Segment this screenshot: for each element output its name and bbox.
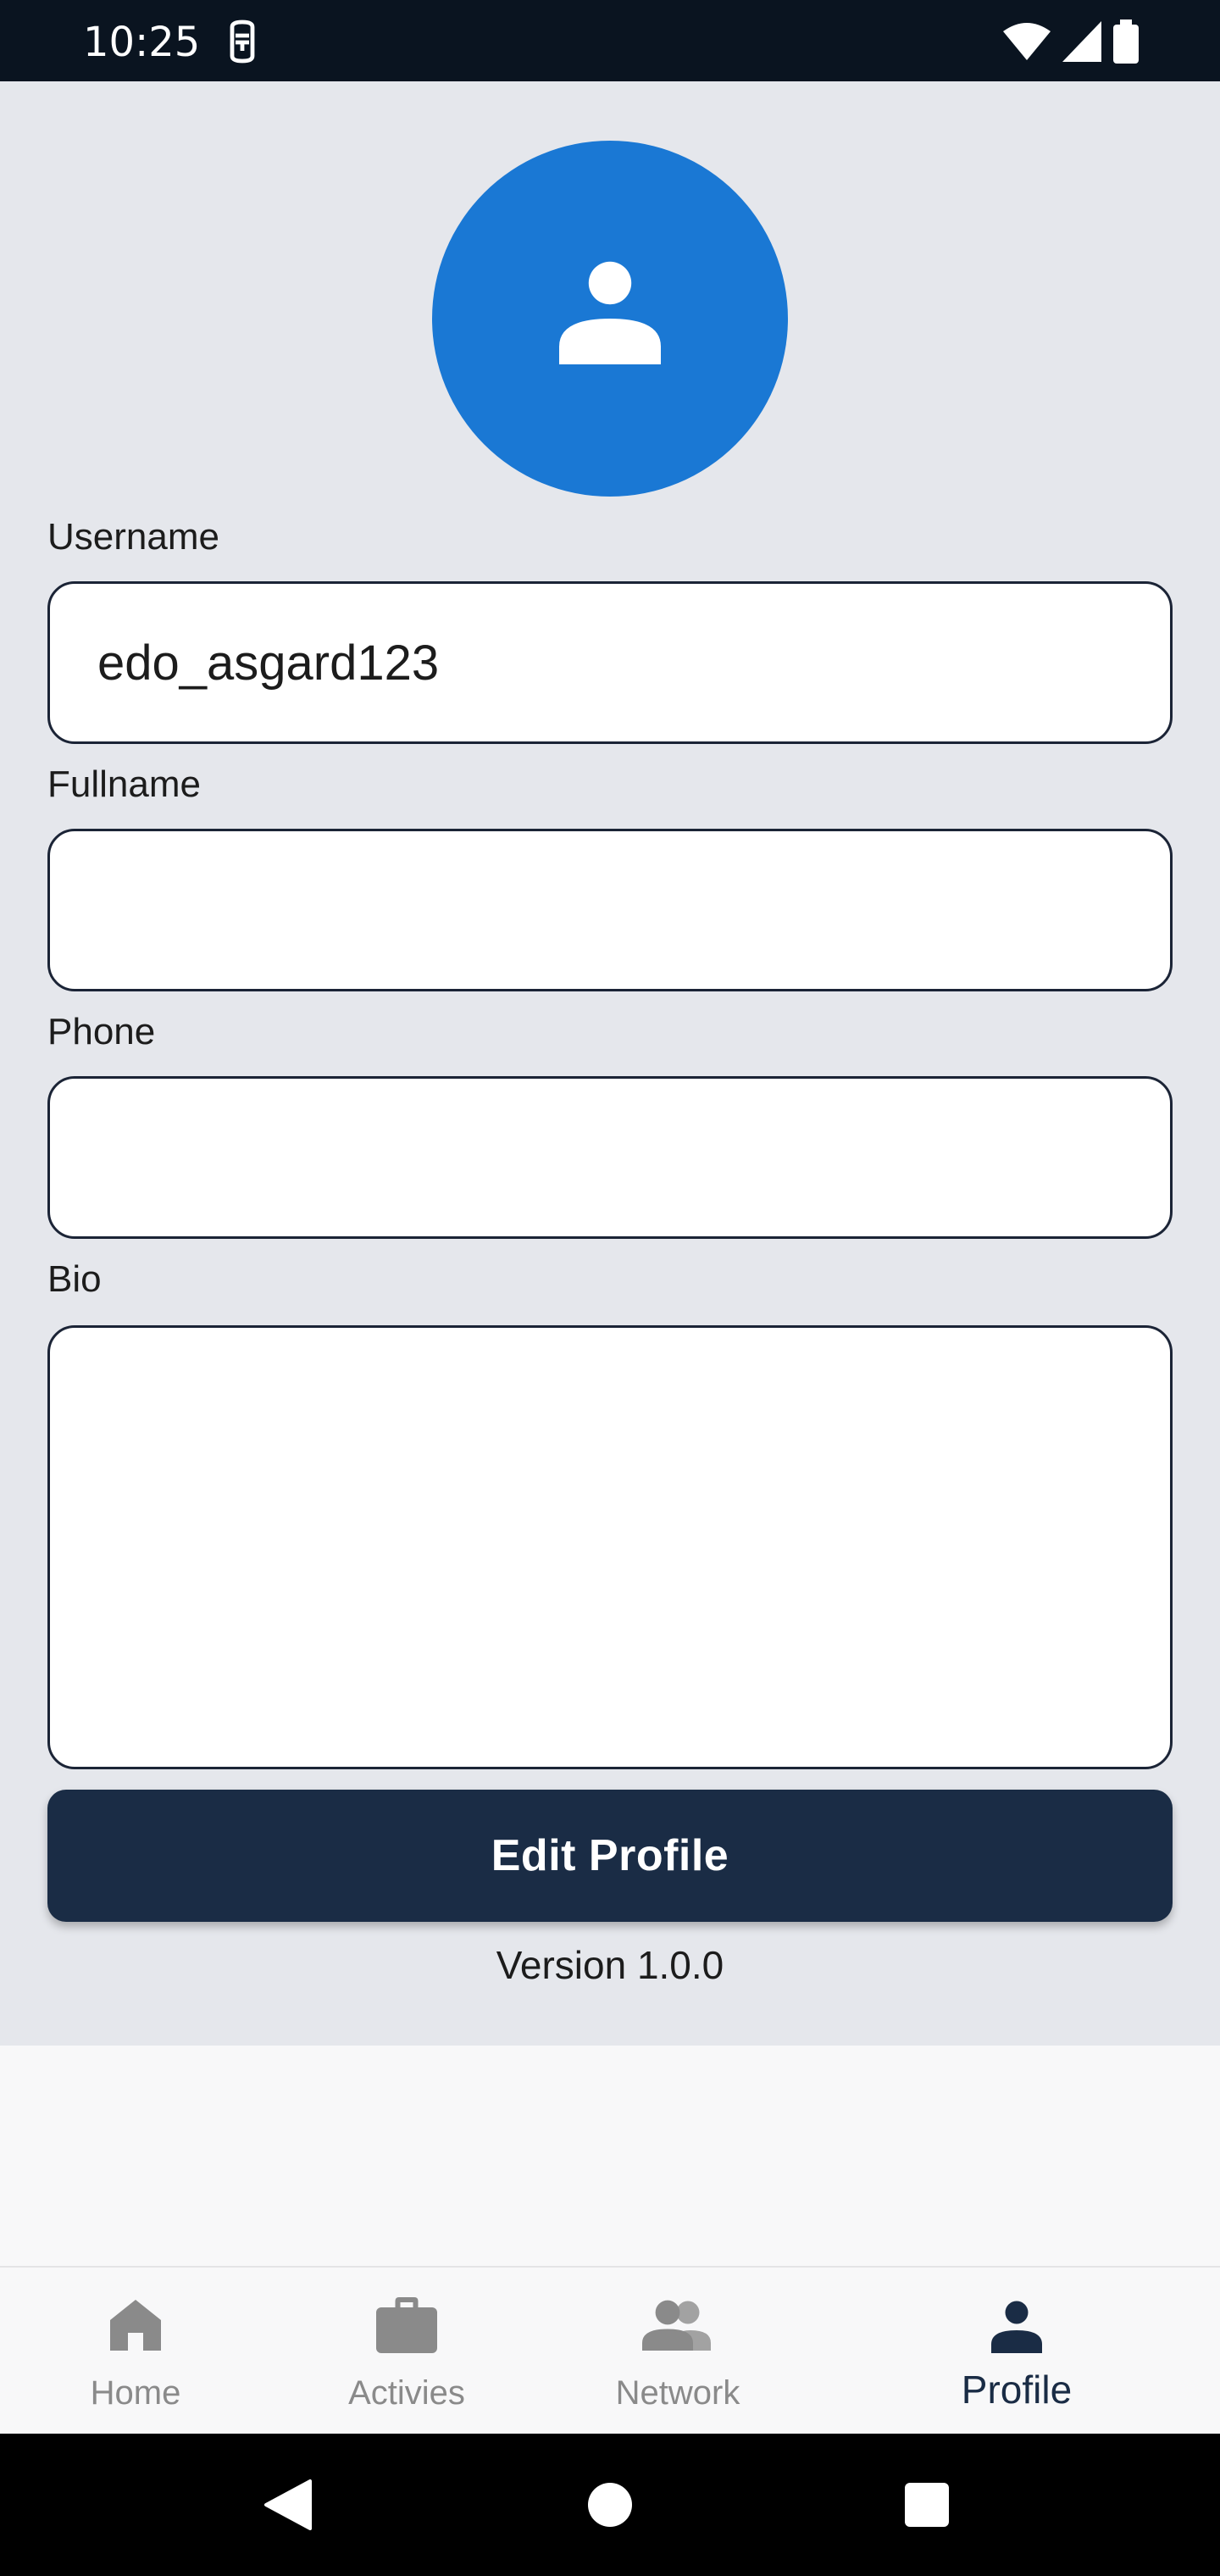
bio-input[interactable]	[47, 1325, 1173, 1769]
home-circle-icon	[588, 2483, 632, 2527]
briefcase-icon	[376, 2297, 437, 2353]
notification-icon	[222, 19, 263, 64]
username-label: Username	[47, 516, 219, 558]
nav-item-activies[interactable]: Activies	[271, 2268, 542, 2435]
blank-area	[0, 2046, 1220, 2266]
fullname-label: Fullname	[47, 763, 201, 805]
battery-icon	[1113, 19, 1139, 64]
profile-form: Username Fullname Phone Bio Edit Profile…	[0, 81, 1220, 2046]
people-icon	[642, 2300, 711, 2351]
phone-input[interactable]	[47, 1076, 1173, 1239]
recents-button[interactable]	[893, 2434, 961, 2576]
username-input[interactable]	[47, 581, 1173, 744]
status-icons	[1003, 19, 1139, 64]
status-time: 10:25	[83, 19, 201, 66]
nav-label-network: Network	[615, 2374, 740, 2412]
avatar[interactable]	[432, 141, 788, 497]
app-version: Version 1.0.0	[496, 1943, 724, 1987]
wifi-icon	[1003, 23, 1051, 60]
person-icon	[559, 261, 661, 364]
system-nav-bar	[0, 2434, 1220, 2576]
person-icon	[991, 2301, 1042, 2353]
bio-label: Bio	[47, 1258, 102, 1300]
status-bar: 10:25	[0, 0, 1220, 81]
nav-item-network[interactable]: Network	[542, 2268, 813, 2435]
home-button[interactable]	[576, 2434, 644, 2576]
nav-item-profile[interactable]: Profile	[881, 2268, 1152, 2435]
back-icon	[264, 2479, 312, 2530]
edit-profile-button[interactable]: Edit Profile	[47, 1790, 1173, 1922]
fullname-input[interactable]	[47, 829, 1173, 991]
back-button[interactable]	[254, 2434, 322, 2576]
recents-icon	[905, 2483, 949, 2527]
profile-screen: 10:25 Username edo_asgard123 Fullname Ph…	[0, 0, 1220, 2576]
phone-label: Phone	[47, 1011, 156, 1052]
nav-label-profile: Profile	[961, 2368, 1073, 2412]
nav-label-home: Home	[90, 2374, 181, 2412]
bottom-nav: Home Activies Network Profile	[0, 2266, 1220, 2434]
nav-item-home[interactable]: Home	[0, 2268, 271, 2435]
signal-icon	[1062, 21, 1101, 62]
home-icon	[110, 2300, 161, 2351]
nav-label-activies: Activies	[348, 2374, 465, 2412]
